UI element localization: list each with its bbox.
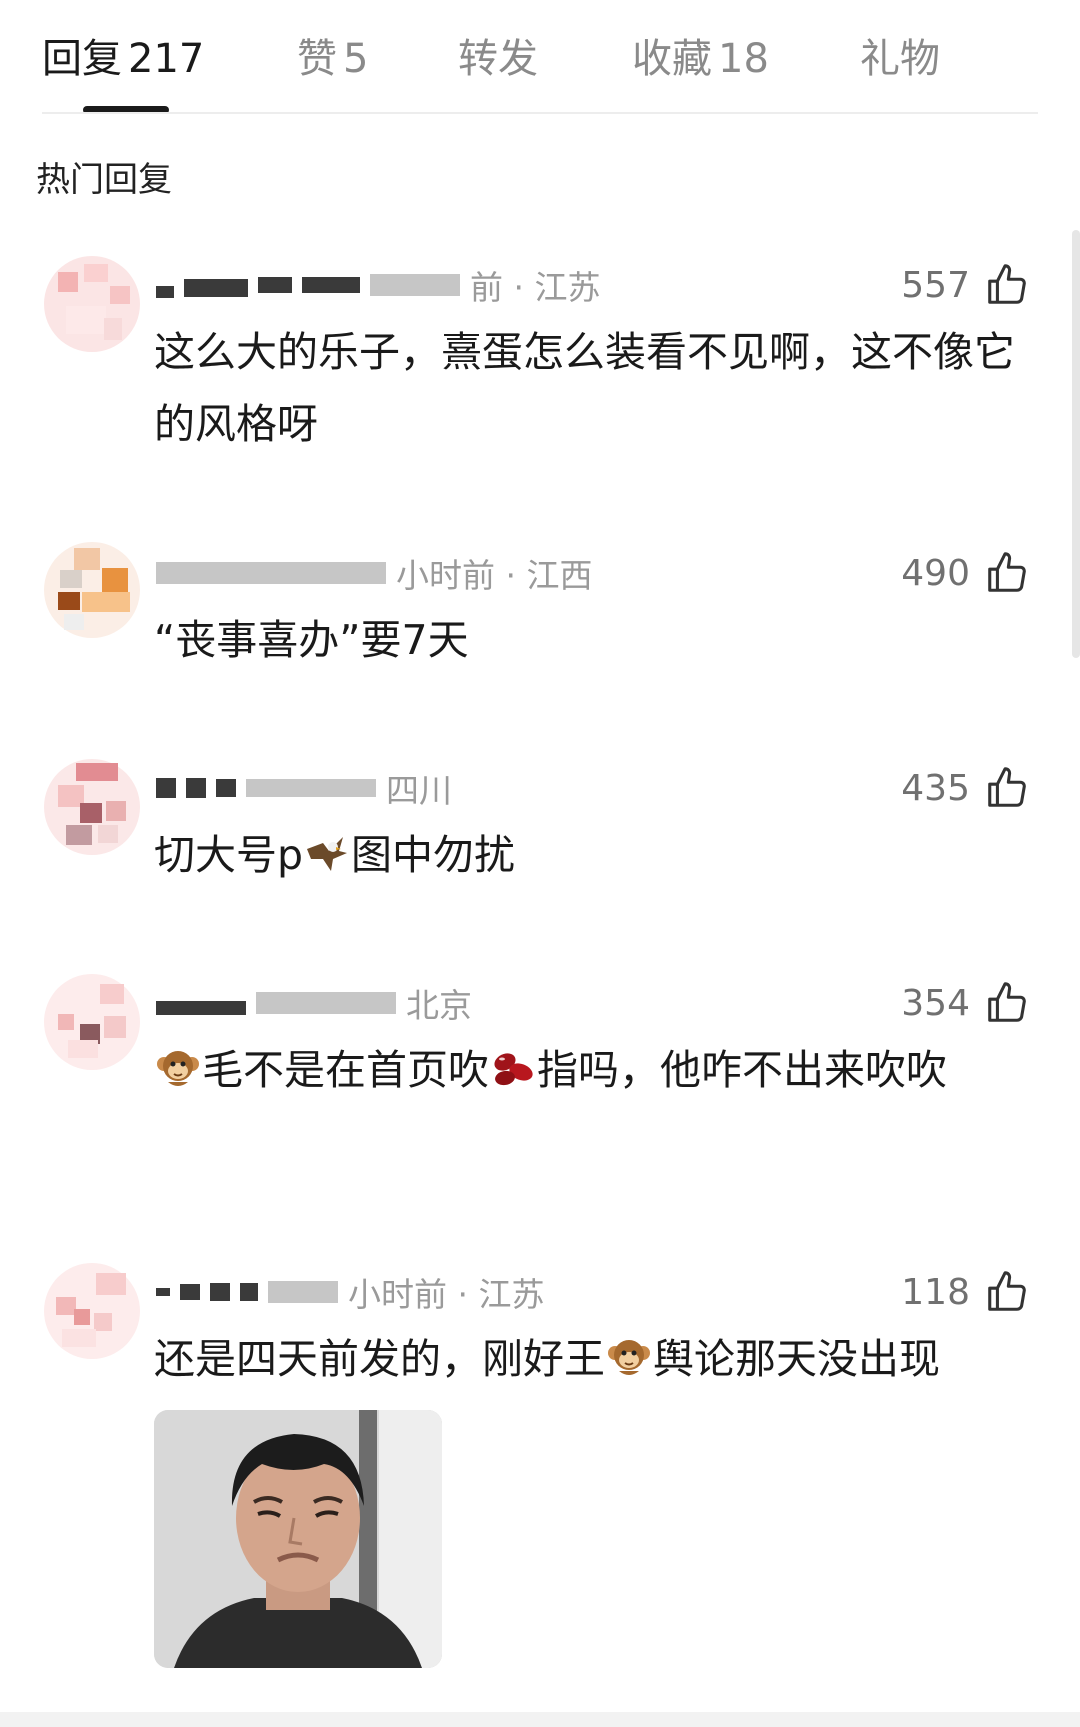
avatar[interactable] (44, 974, 140, 1070)
avatar[interactable] (44, 1263, 140, 1359)
thumbs-up-icon (988, 982, 1026, 1022)
tab-bar: 回复 217 赞5 转发 收藏 18 礼物 (0, 0, 1080, 115)
tab-likes[interactable]: 赞5 (297, 26, 368, 84)
like-button[interactable]: 354 (901, 978, 1030, 1028)
thumbs-up-icon (988, 552, 1026, 592)
comment-text: 还是四天前发的，刚好王 舆论那天没出现 (154, 1335, 940, 1383)
section-title: 热门回复 (36, 160, 172, 200)
comment-image[interactable] (154, 1410, 442, 1668)
thumbs-up-icon (988, 1271, 1026, 1311)
comment-text: 毛不是在首页吹 指吗，他咋不出来吹吹 (154, 1034, 1044, 1106)
like-button[interactable]: 490 (901, 548, 1030, 598)
comment-meta: 前 · 江苏 (156, 260, 600, 310)
comment-meta: 小时前 · 江苏 (156, 1267, 544, 1317)
scrollbar[interactable] (1072, 230, 1080, 658)
comment-meta: 北京 (156, 978, 472, 1028)
eagle-icon (307, 837, 348, 871)
avatar[interactable] (44, 256, 140, 352)
monkey-icon (608, 1340, 650, 1375)
tab-gifts[interactable]: 礼物 (860, 26, 940, 84)
tab-replies[interactable]: 回复 217 (42, 26, 204, 84)
beans-icon (494, 1053, 533, 1086)
comment-text: “丧事喜办”要7天 (154, 616, 469, 664)
avatar[interactable] (44, 759, 140, 855)
comment-meta: 小时前 · 江西 (156, 548, 592, 598)
like-button[interactable]: 557 (901, 260, 1030, 310)
monkey-icon (157, 1051, 199, 1086)
thumbs-up-icon (988, 767, 1026, 807)
comment-meta: 四川 (156, 763, 452, 813)
thumbs-up-icon (988, 264, 1026, 304)
comment-text: 切大号p 图中勿扰 (154, 831, 516, 879)
tab-favorites[interactable]: 收藏 18 (632, 26, 769, 84)
like-button[interactable]: 118 (901, 1267, 1030, 1317)
tab-reposts[interactable]: 转发 (458, 26, 538, 84)
person-photo (154, 1410, 442, 1668)
like-button[interactable]: 435 (901, 763, 1030, 813)
comment-text: 这么大的乐子，熹蛋怎么装看不见啊，这不像它的风格呀 (154, 328, 1015, 448)
bottom-bar (0, 1712, 1080, 1727)
divider (42, 112, 1038, 114)
avatar[interactable] (44, 542, 140, 638)
